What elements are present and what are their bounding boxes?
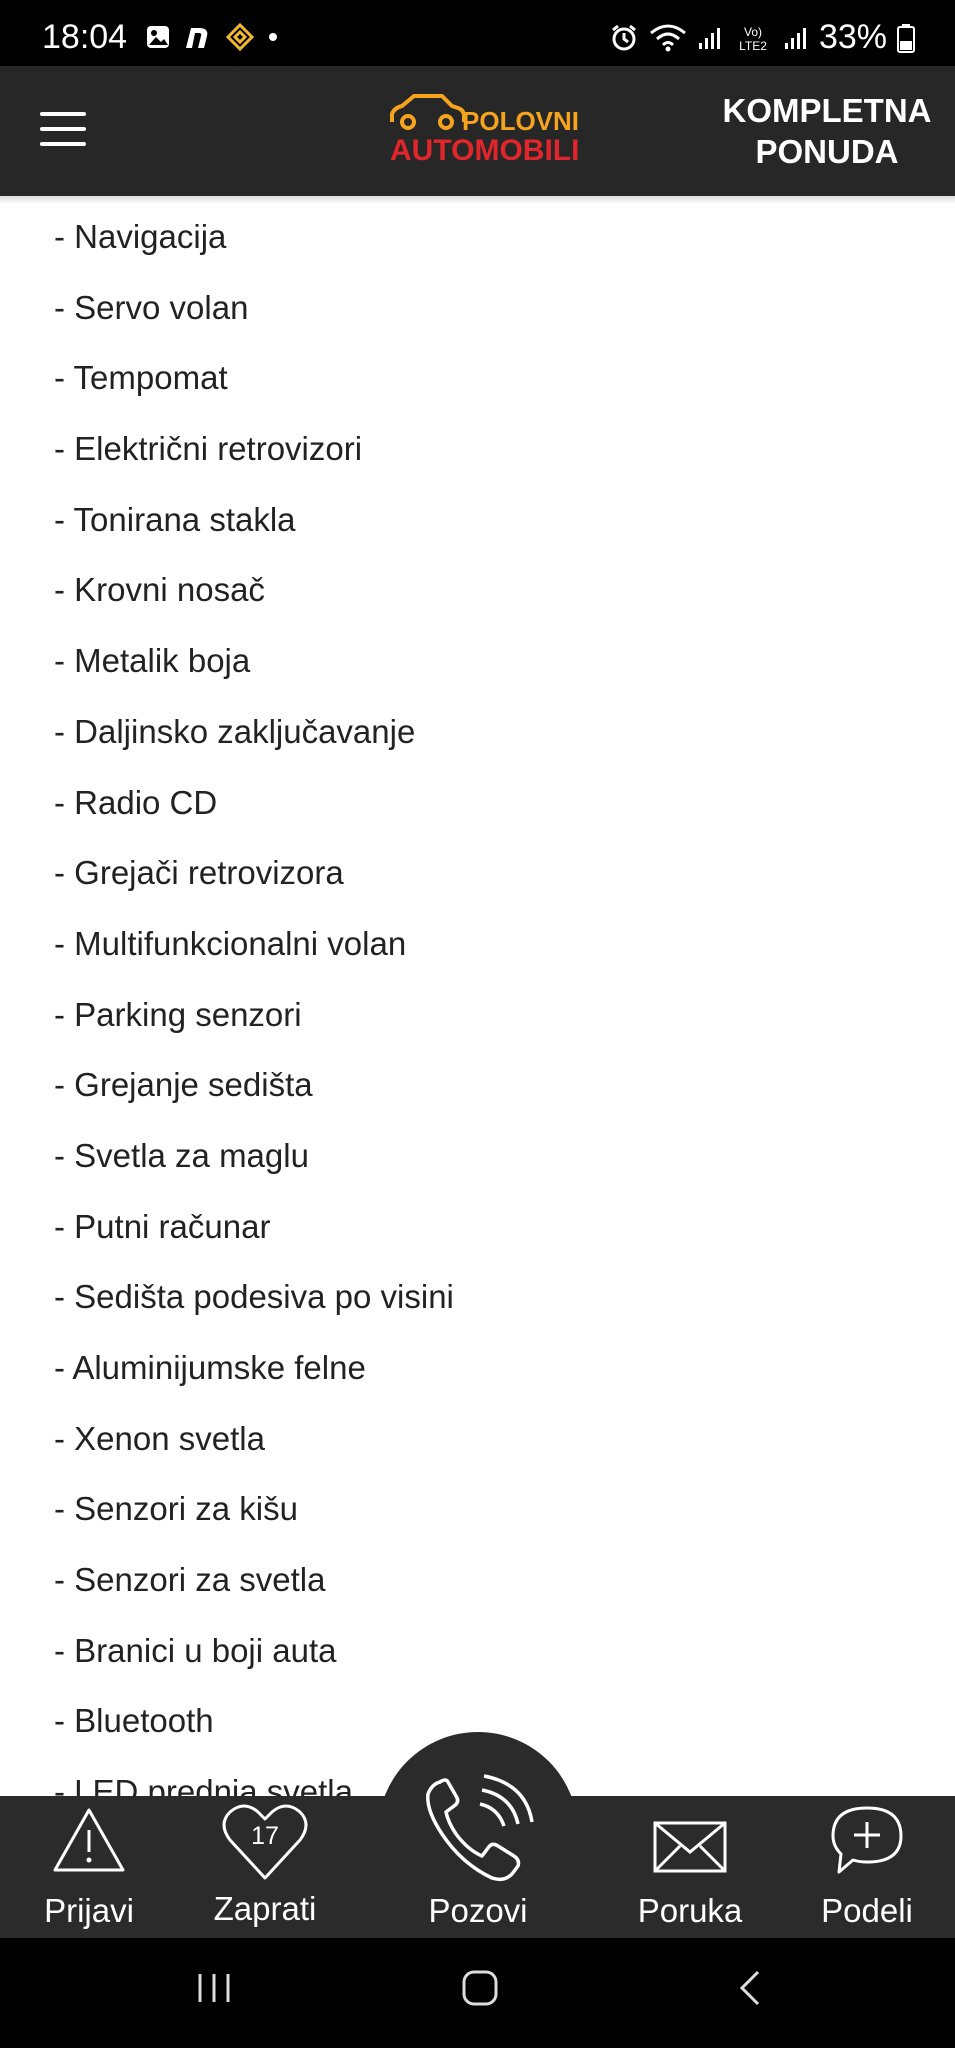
message-button[interactable]: Poruka <box>610 1796 770 1938</box>
equipment-list-item: - Aluminijumske felne <box>54 1349 366 1386</box>
dot-icon <box>269 33 277 41</box>
logo-text-bottom: AUTOMOBILI <box>390 134 580 167</box>
alarm-icon <box>612 24 636 50</box>
follow-button[interactable]: 17 Zaprati <box>196 1796 334 1938</box>
equipment-list-item: - Multifunkcionalni volan <box>54 924 407 962</box>
equipment-list-item: - Metalik boja <box>54 642 251 680</box>
equipment-list-item: - Navigacija <box>54 218 227 255</box>
equipment-list-item: - Daljinsko zaključavanje <box>54 712 416 750</box>
equipment-list-item: - Tempomat <box>54 359 228 397</box>
call-label: Pozovi <box>428 1892 528 1929</box>
equipment-list-item: - Krovni nosač <box>54 571 265 609</box>
header-shadow <box>0 196 955 204</box>
equipment-list-item: - Radio CD <box>54 783 218 821</box>
equipment-list-item: - Parking senzori <box>54 995 302 1033</box>
equipment-list-item: - Bluetooth <box>54 1702 214 1740</box>
equipment-list-item: - Električni retrovizori <box>54 430 363 468</box>
comment-plus-icon <box>831 1806 903 1874</box>
kompletna-ponuda-button[interactable]: KOMPLETNA PONUDA <box>717 90 937 172</box>
n-app-icon <box>186 28 208 48</box>
phone-icon <box>426 1774 534 1882</box>
app-header: POLOVNI AUTOMOBILI KOMPLETNA PONUDA <box>0 66 955 196</box>
equipment-list-item: - Senzori za svetla <box>54 1561 326 1599</box>
envelope-icon <box>653 1821 727 1873</box>
equipment-list-item: - Senzori za kišu <box>54 1490 298 1528</box>
equipment-list-item: - Xenon svetla <box>54 1419 265 1457</box>
signal-icon <box>698 27 720 49</box>
menu-icon[interactable] <box>40 112 86 148</box>
warning-icon <box>53 1808 125 1872</box>
call-button[interactable]: Pozovi <box>378 1732 578 1932</box>
follow-label: Zaprati <box>213 1890 317 1927</box>
message-label: Poruka <box>637 1892 743 1929</box>
share-button[interactable]: Podeli <box>798 1796 936 1938</box>
equipment-list-item: - Putni računar <box>54 1207 271 1245</box>
kompletna-ponuda-line2: PONUDA <box>755 133 899 170</box>
polovni-automobili-logo[interactable]: POLOVNI AUTOMOBILI <box>388 92 580 172</box>
equipment-list-item: - Grejanje sedišta <box>54 1066 313 1104</box>
logo-text-top: POLOVNI <box>462 106 580 136</box>
equipment-list-item: - Svetla za maglu <box>54 1136 309 1174</box>
svg-text:LTE2: LTE2 <box>739 39 767 53</box>
equipment-list-item: - Servo volan <box>54 288 249 326</box>
equipment-list-item: - Tonirana stakla <box>54 500 296 538</box>
battery-icon <box>897 23 915 53</box>
signal-icon <box>784 27 806 49</box>
volte-icon: Vo) LTE2 <box>739 25 767 53</box>
wifi-icon <box>649 24 686 51</box>
share-label: Podeli <box>821 1892 913 1929</box>
back-button[interactable] <box>730 1968 770 2008</box>
notification-icons <box>145 22 279 52</box>
system-navigation-bar <box>0 1938 955 2048</box>
svg-text:Vo): Vo) <box>744 25 762 39</box>
binance-icon <box>225 22 255 52</box>
equipment-list-item: - Branici u boji auta <box>54 1631 337 1669</box>
follow-count: 17 <box>251 1822 279 1850</box>
status-time: 18:04 <box>42 18 128 56</box>
recent-apps-button[interactable] <box>194 1968 234 2008</box>
equipment-list-item: - Grejači retrovizora <box>54 854 344 892</box>
report-label: Prijavi <box>44 1892 134 1929</box>
report-button[interactable]: Prijavi <box>20 1796 158 1938</box>
equipment-list: - Navigacija - Servo volan - Tempomat - Ele… <box>54 216 454 1796</box>
image-icon <box>147 26 169 48</box>
home-button[interactable] <box>460 1968 500 2008</box>
equipment-list-panel[interactable]: - Navigacija - Servo volan - Tempomat - Ele… <box>0 196 955 1796</box>
system-icons: Vo) LTE2 33% <box>609 18 915 57</box>
status-bar: 18:04 Vo) LTE2 33% <box>0 0 955 66</box>
equipment-list-item: - Sedišta podesiva po visini <box>54 1278 454 1316</box>
heart-icon: 17 <box>220 1800 310 1884</box>
car-logo-icon <box>390 94 466 130</box>
kompletna-ponuda-line1: KOMPLETNA <box>722 92 932 129</box>
battery-percent: 33% <box>818 18 887 56</box>
